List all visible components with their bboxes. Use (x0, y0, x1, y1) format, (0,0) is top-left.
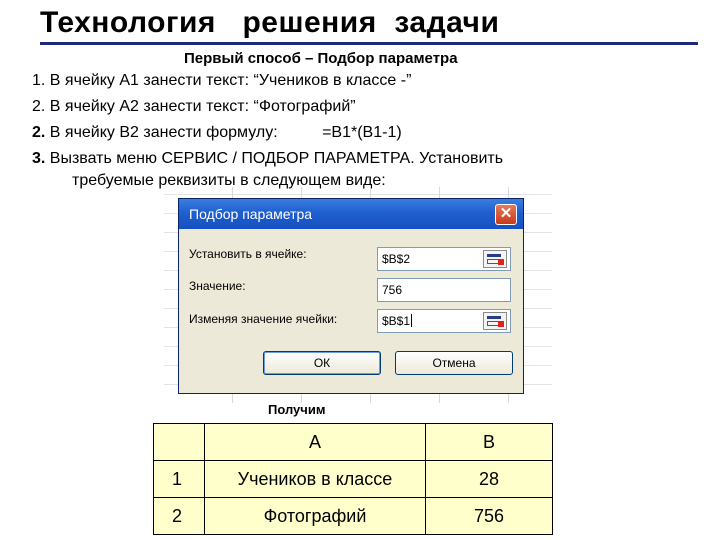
set-cell-input[interactable]: $B$2 (377, 247, 511, 271)
title-underline (40, 42, 698, 45)
corner-cell (153, 423, 205, 461)
step-number: 2. (32, 98, 46, 115)
result-label: Получим (268, 402, 326, 417)
row-number: 1 (153, 460, 205, 498)
step-number: 3. (32, 150, 46, 167)
table-row: 1 Учеников в классе 28 (153, 460, 553, 498)
cancel-button[interactable]: Отмена (395, 351, 513, 375)
step-number: 2. (32, 124, 46, 141)
collapse-dialog-icon[interactable] (483, 312, 507, 330)
slide-subtitle: Первый способ – Подбор параметра (184, 50, 458, 67)
step-text: В ячейку А2 занести текст: “Фотографий” (45, 98, 356, 115)
set-cell-value: $B$2 (382, 252, 411, 266)
set-cell-label: Установить в ячейке: (189, 247, 307, 261)
goal-seek-dialog: Подбор параметра ✕ Установить в ячейке: … (178, 198, 524, 394)
table-row: 2 Фотографий 756 (153, 497, 553, 535)
text-cursor (411, 314, 413, 327)
step-text: В ячейку А1 занести текст: “Учеников в к… (45, 72, 412, 89)
row-number: 2 (153, 497, 205, 535)
cell-a1: Учеников в классе (204, 460, 426, 498)
result-table: A B 1 Учеников в классе 28 2 Фотографий … (153, 423, 553, 535)
step-2b: 2. В ячейку В2 занести формулу: =В1*(В1-… (32, 124, 402, 142)
cell-b1: 28 (425, 460, 553, 498)
value-input[interactable]: 756 (377, 278, 511, 302)
cell-b2: 756 (425, 497, 553, 535)
value-value: 756 (382, 283, 403, 297)
dialog-titlebar[interactable]: Подбор параметра ✕ (179, 199, 523, 229)
changing-cell-input[interactable]: $B$1 (377, 309, 511, 333)
step-3: 3. Вызвать меню СЕРВИС / ПОДБОР ПАРАМЕТР… (32, 150, 503, 168)
slide-title: Технология решения задачи (40, 6, 500, 39)
step-number: 1. (32, 72, 46, 89)
cell-a2: Фотографий (204, 497, 426, 535)
close-icon[interactable]: ✕ (495, 204, 517, 225)
table-header-row: A B (153, 423, 553, 461)
step-1: 1. В ячейку А1 занести текст: “Учеников … (32, 72, 411, 90)
step-text: Вызвать меню СЕРВИС / ПОДБОР ПАРАМЕТРА. … (45, 150, 504, 167)
ok-button[interactable]: ОК (263, 351, 381, 375)
step-2: 2. В ячейку А2 занести текст: “Фотографи… (32, 98, 356, 116)
column-header-b: B (425, 423, 553, 461)
step-text: В ячейку В2 занести формулу: =В1*(В1-1) (45, 124, 402, 141)
column-header-a: A (204, 423, 426, 461)
value-label: Значение: (189, 279, 246, 293)
changing-cell-label: Изменяя значение ячейки: (189, 312, 338, 326)
changing-cell-value: $B$1 (382, 314, 411, 328)
dialog-title: Подбор параметра (189, 206, 313, 222)
collapse-dialog-icon[interactable] (483, 250, 507, 268)
